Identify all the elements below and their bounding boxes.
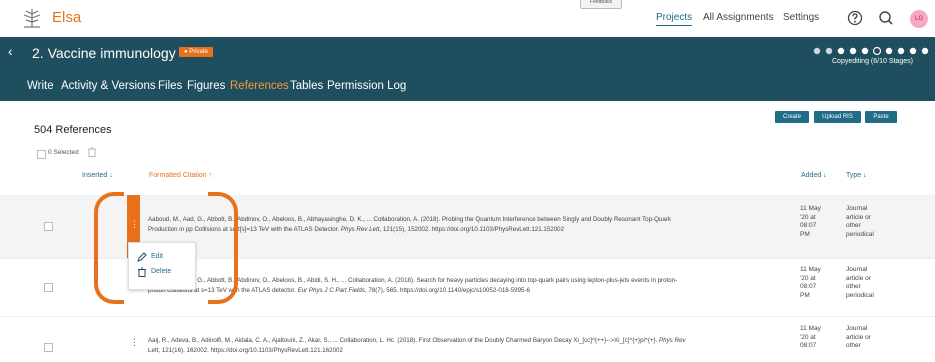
- elsevier-tree-logo: [18, 6, 46, 30]
- user-avatar[interactable]: LG: [910, 10, 928, 28]
- row-checkbox[interactable]: [44, 222, 53, 231]
- upload-ris-button[interactable]: Upload RIS: [814, 111, 861, 123]
- tab-permission-log[interactable]: Permission Log: [327, 80, 406, 92]
- row-menu-icon[interactable]: ⋮: [130, 337, 139, 348]
- row-menu-icon[interactable]: ⋮: [130, 219, 139, 230]
- tab-activity-versions[interactable]: Activity & Versions: [61, 80, 156, 92]
- stage-progress-dots: [813, 46, 929, 56]
- tab-references[interactable]: References: [230, 80, 289, 92]
- paste-button[interactable]: Paste: [865, 111, 897, 123]
- row-citation: Aaboud, M., Aad, G., Abbott, B., Abdinov…: [148, 277, 678, 294]
- tab-figures[interactable]: Figures: [187, 80, 225, 92]
- project-header: ‹ 2. Vaccine immunology ● Private Copyed…: [0, 37, 935, 101]
- selected-count: 0 Selected: [48, 149, 79, 156]
- edit-menu-item[interactable]: Edit: [151, 253, 163, 260]
- row-checkbox[interactable]: [44, 283, 53, 292]
- delete-menu-item[interactable]: Delete: [151, 268, 171, 275]
- tab-files[interactable]: Files: [158, 80, 182, 92]
- project-title: 2. Vaccine immunology: [32, 45, 176, 61]
- create-button[interactable]: Create: [775, 111, 809, 123]
- column-added[interactable]: Added ↓: [801, 172, 827, 179]
- feedback-button[interactable]: Feedback: [580, 0, 622, 9]
- tab-write[interactable]: Write: [27, 80, 54, 92]
- help-icon[interactable]: [846, 9, 864, 27]
- row-type: Journal article or other periodical: [846, 205, 874, 238]
- row-added: 11 May '20 at 08:07: [800, 325, 821, 349]
- private-badge: ● Private: [179, 47, 213, 57]
- row-context-menu: Edit Delete: [128, 242, 196, 290]
- row-citation: Aaij, R., Adeva, B., Adinolfi, M., Aidal…: [148, 337, 686, 354]
- row-citation: Aaboud, M., Aad, G., Abbott, B., Abdinov…: [148, 216, 671, 233]
- nav-settings[interactable]: Settings: [783, 12, 819, 23]
- annotation-bracket-left: [94, 192, 124, 304]
- references-count: 504 References: [34, 124, 112, 136]
- top-bar: Elsa Feedback Projects All Assignments S…: [0, 0, 935, 37]
- row-checkbox[interactable]: [44, 343, 53, 352]
- row-type: Journal article or other: [846, 325, 871, 349]
- private-badge-label: Private: [189, 49, 208, 55]
- column-formatted-citation[interactable]: Formatted Citation ↑: [149, 172, 212, 179]
- back-chevron-icon[interactable]: ‹: [8, 43, 13, 59]
- select-all-checkbox[interactable]: [37, 150, 46, 159]
- tab-tables[interactable]: Tables: [290, 80, 323, 92]
- column-type[interactable]: Type ↓: [846, 172, 867, 179]
- row-added: 11 May '20 at 08:07 PM: [800, 266, 821, 299]
- search-icon[interactable]: [877, 9, 895, 27]
- nav-all-assignments[interactable]: All Assignments: [703, 12, 774, 23]
- brand-name[interactable]: Elsa: [52, 9, 81, 26]
- stage-label: Copyediting (6/10 Stages): [832, 58, 913, 65]
- annotation-bracket-right: [208, 192, 238, 304]
- nav-projects[interactable]: Projects: [656, 12, 693, 26]
- trash-icon[interactable]: [88, 147, 96, 157]
- row-added: 11 May '20 at 08:07 PM: [800, 205, 821, 238]
- row-type: Journal article or other periodical: [846, 266, 874, 299]
- column-inserted[interactable]: Inserted ↓: [82, 172, 113, 179]
- pencil-icon[interactable]: [137, 252, 147, 262]
- trash-icon[interactable]: [137, 267, 147, 277]
